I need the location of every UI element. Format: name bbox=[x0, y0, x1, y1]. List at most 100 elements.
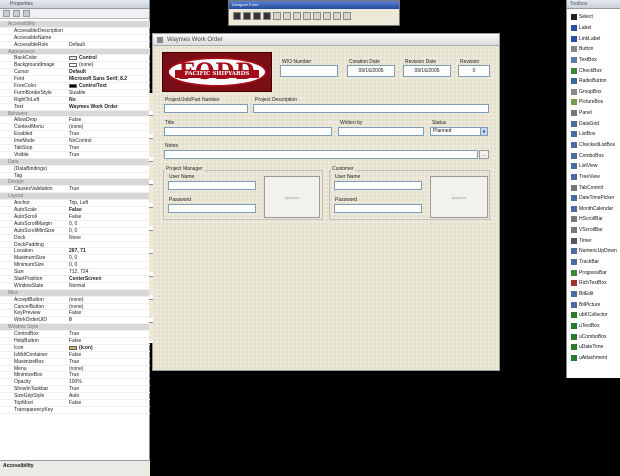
property-row[interactable]: Text Waymes Work Order bbox=[0, 104, 150, 111]
property-category[interactable]: Misc bbox=[0, 289, 150, 297]
property-row[interactable]: CancelButton (none) bbox=[0, 304, 150, 311]
property-row[interactable]: Menu (none) bbox=[0, 366, 150, 373]
property-value-cell[interactable]: False bbox=[66, 207, 150, 213]
toolbox-item[interactable]: Label bbox=[567, 23, 620, 34]
toolbox-item[interactable]: uDateTime bbox=[567, 342, 620, 353]
property-row[interactable]: BackColor Control bbox=[0, 55, 150, 63]
property-value-cell[interactable]: 0 bbox=[66, 317, 150, 323]
toolbox-item[interactable]: uAttachment bbox=[567, 353, 620, 364]
property-value-cell[interactable]: Top, Left bbox=[66, 200, 150, 206]
toolbox-item[interactable]: uTextBox bbox=[567, 321, 620, 332]
property-row[interactable]: WindowState Normal bbox=[0, 283, 150, 290]
cust-password-field[interactable] bbox=[334, 204, 422, 213]
property-row[interactable]: AutoScrollMinSize 0, 0 bbox=[0, 228, 150, 235]
property-value-cell[interactable]: False bbox=[66, 117, 150, 123]
same-size-icon[interactable] bbox=[323, 12, 331, 20]
property-value-cell[interactable]: (none) bbox=[66, 62, 150, 68]
property-row[interactable]: KeyPreview False bbox=[0, 310, 150, 318]
property-value-cell[interactable]: True bbox=[66, 372, 150, 378]
property-value-cell[interactable]: Normal bbox=[66, 283, 150, 289]
toolbox-item[interactable]: TabControl bbox=[567, 182, 620, 193]
toolbox-item[interactable]: VScrollBar bbox=[567, 225, 620, 236]
property-row[interactable]: AccessibleDescription bbox=[0, 28, 150, 35]
written-by-field[interactable] bbox=[338, 127, 424, 136]
creation-date-field[interactable]: 09/16/2005 bbox=[347, 65, 395, 77]
toolbox-item[interactable]: DataGrid bbox=[567, 118, 620, 129]
pm-password-field[interactable] bbox=[168, 204, 256, 213]
property-row[interactable]: HelpButton False bbox=[0, 338, 150, 345]
align-bottom-icon[interactable] bbox=[293, 12, 301, 20]
property-value-cell[interactable]: (Icon) bbox=[66, 345, 150, 351]
view-grid-icon[interactable] bbox=[233, 12, 241, 20]
property-category[interactable]: Layout bbox=[0, 193, 150, 201]
property-value-cell[interactable]: 0, 0 bbox=[66, 255, 150, 261]
align-top-icon[interactable] bbox=[273, 12, 281, 20]
toolbox-item[interactable]: DateTimePicker bbox=[567, 193, 620, 204]
toolbox-item[interactable]: CheckBox bbox=[567, 65, 620, 76]
property-value-cell[interactable]: NoControl bbox=[66, 138, 150, 144]
property-value-cell[interactable]: Control bbox=[66, 55, 150, 61]
property-row[interactable]: AllowDrop False bbox=[0, 117, 150, 125]
toolbox-item[interactable]: TreeView bbox=[567, 172, 620, 183]
property-value-cell[interactable]: (none) bbox=[66, 366, 150, 372]
property-row[interactable]: FormBorderStyle Sizable bbox=[0, 90, 150, 97]
property-row[interactable]: (DataBindings) bbox=[0, 166, 150, 173]
property-row[interactable]: DockPadding bbox=[0, 242, 150, 249]
toolbox-item[interactable]: LinkLabel bbox=[567, 33, 620, 44]
revision-date-field[interactable]: 09/16/2005 bbox=[403, 65, 451, 77]
property-row[interactable]: IsMdiContainer False bbox=[0, 352, 150, 359]
property-row[interactable]: ControlBox True bbox=[0, 331, 150, 338]
property-row[interactable]: TopMost False bbox=[0, 400, 150, 407]
toolbox-item[interactable]: RichTextBox bbox=[567, 278, 620, 289]
spacing-icon[interactable] bbox=[333, 12, 341, 20]
toolbox-item[interactable]: ProgressBar bbox=[567, 267, 620, 278]
align-middle-icon[interactable] bbox=[283, 12, 291, 20]
project-job-field[interactable] bbox=[164, 104, 248, 113]
property-row[interactable]: Opacity 100% bbox=[0, 379, 150, 387]
same-height-icon[interactable] bbox=[313, 12, 321, 20]
property-row[interactable]: StartPosition CenterScreen bbox=[0, 276, 150, 283]
toolbox-item[interactable]: Panel bbox=[567, 108, 620, 119]
property-value-cell[interactable] bbox=[66, 173, 150, 179]
property-row[interactable]: AutoScrollMargin 0, 0 bbox=[0, 221, 150, 228]
property-value-cell[interactable]: 267, 71 bbox=[66, 248, 150, 254]
property-pages-icon[interactable] bbox=[23, 10, 30, 17]
property-category[interactable]: Behavior bbox=[0, 110, 150, 118]
property-row[interactable]: MaximizeBox True bbox=[0, 359, 150, 366]
property-category[interactable]: Data bbox=[0, 158, 150, 166]
property-value-cell[interactable]: Waymes Work Order bbox=[66, 104, 150, 110]
property-value-cell[interactable]: False bbox=[66, 214, 150, 220]
property-row[interactable]: Enabled True bbox=[0, 131, 150, 139]
property-row[interactable]: WorkOrderUID 0 bbox=[0, 317, 150, 325]
align-left-icon[interactable] bbox=[243, 12, 251, 20]
cust-approve-button[interactable]: Approve bbox=[430, 176, 488, 218]
notes-field[interactable] bbox=[164, 150, 478, 159]
property-category[interactable]: Design bbox=[0, 179, 150, 187]
property-category[interactable]: Appearance bbox=[0, 48, 150, 56]
notes-browse-button[interactable]: ... bbox=[479, 150, 489, 159]
property-row[interactable]: ContextMenu (none) bbox=[0, 124, 150, 132]
property-row[interactable]: Anchor Top, Left bbox=[0, 200, 150, 208]
property-row[interactable]: MinimumSize 0, 0 bbox=[0, 262, 150, 270]
property-value-cell[interactable]: 0, 0 bbox=[66, 221, 150, 227]
toolbox-item[interactable]: Button bbox=[567, 44, 620, 55]
property-value-cell[interactable] bbox=[66, 242, 150, 248]
property-row[interactable]: CausesValidation True bbox=[0, 186, 150, 194]
property-row[interactable]: AcceptButton (none) bbox=[0, 297, 150, 304]
cust-user-field[interactable] bbox=[334, 181, 422, 190]
align-right-icon[interactable] bbox=[263, 12, 271, 20]
property-value-cell[interactable]: False bbox=[66, 310, 150, 316]
toolbox-item[interactable]: BitEdit bbox=[567, 289, 620, 300]
property-value-cell[interactable]: True bbox=[66, 131, 150, 137]
property-row[interactable]: AutoScale False bbox=[0, 207, 150, 214]
toolbox-item[interactable]: BitPicture bbox=[567, 299, 620, 310]
property-row[interactable]: ShowInTaskbar True bbox=[0, 386, 150, 394]
property-row[interactable]: ImeMode NoControl bbox=[0, 138, 150, 146]
property-value-cell[interactable] bbox=[66, 28, 150, 34]
property-value-cell[interactable]: True bbox=[66, 186, 150, 192]
toolbox-item[interactable]: TrackBar bbox=[567, 257, 620, 268]
property-value-cell[interactable]: (none) bbox=[66, 297, 150, 303]
property-value-cell[interactable]: CenterScreen bbox=[66, 276, 150, 282]
property-value-cell[interactable]: No bbox=[66, 97, 150, 103]
property-value-cell[interactable]: Default bbox=[66, 69, 150, 75]
